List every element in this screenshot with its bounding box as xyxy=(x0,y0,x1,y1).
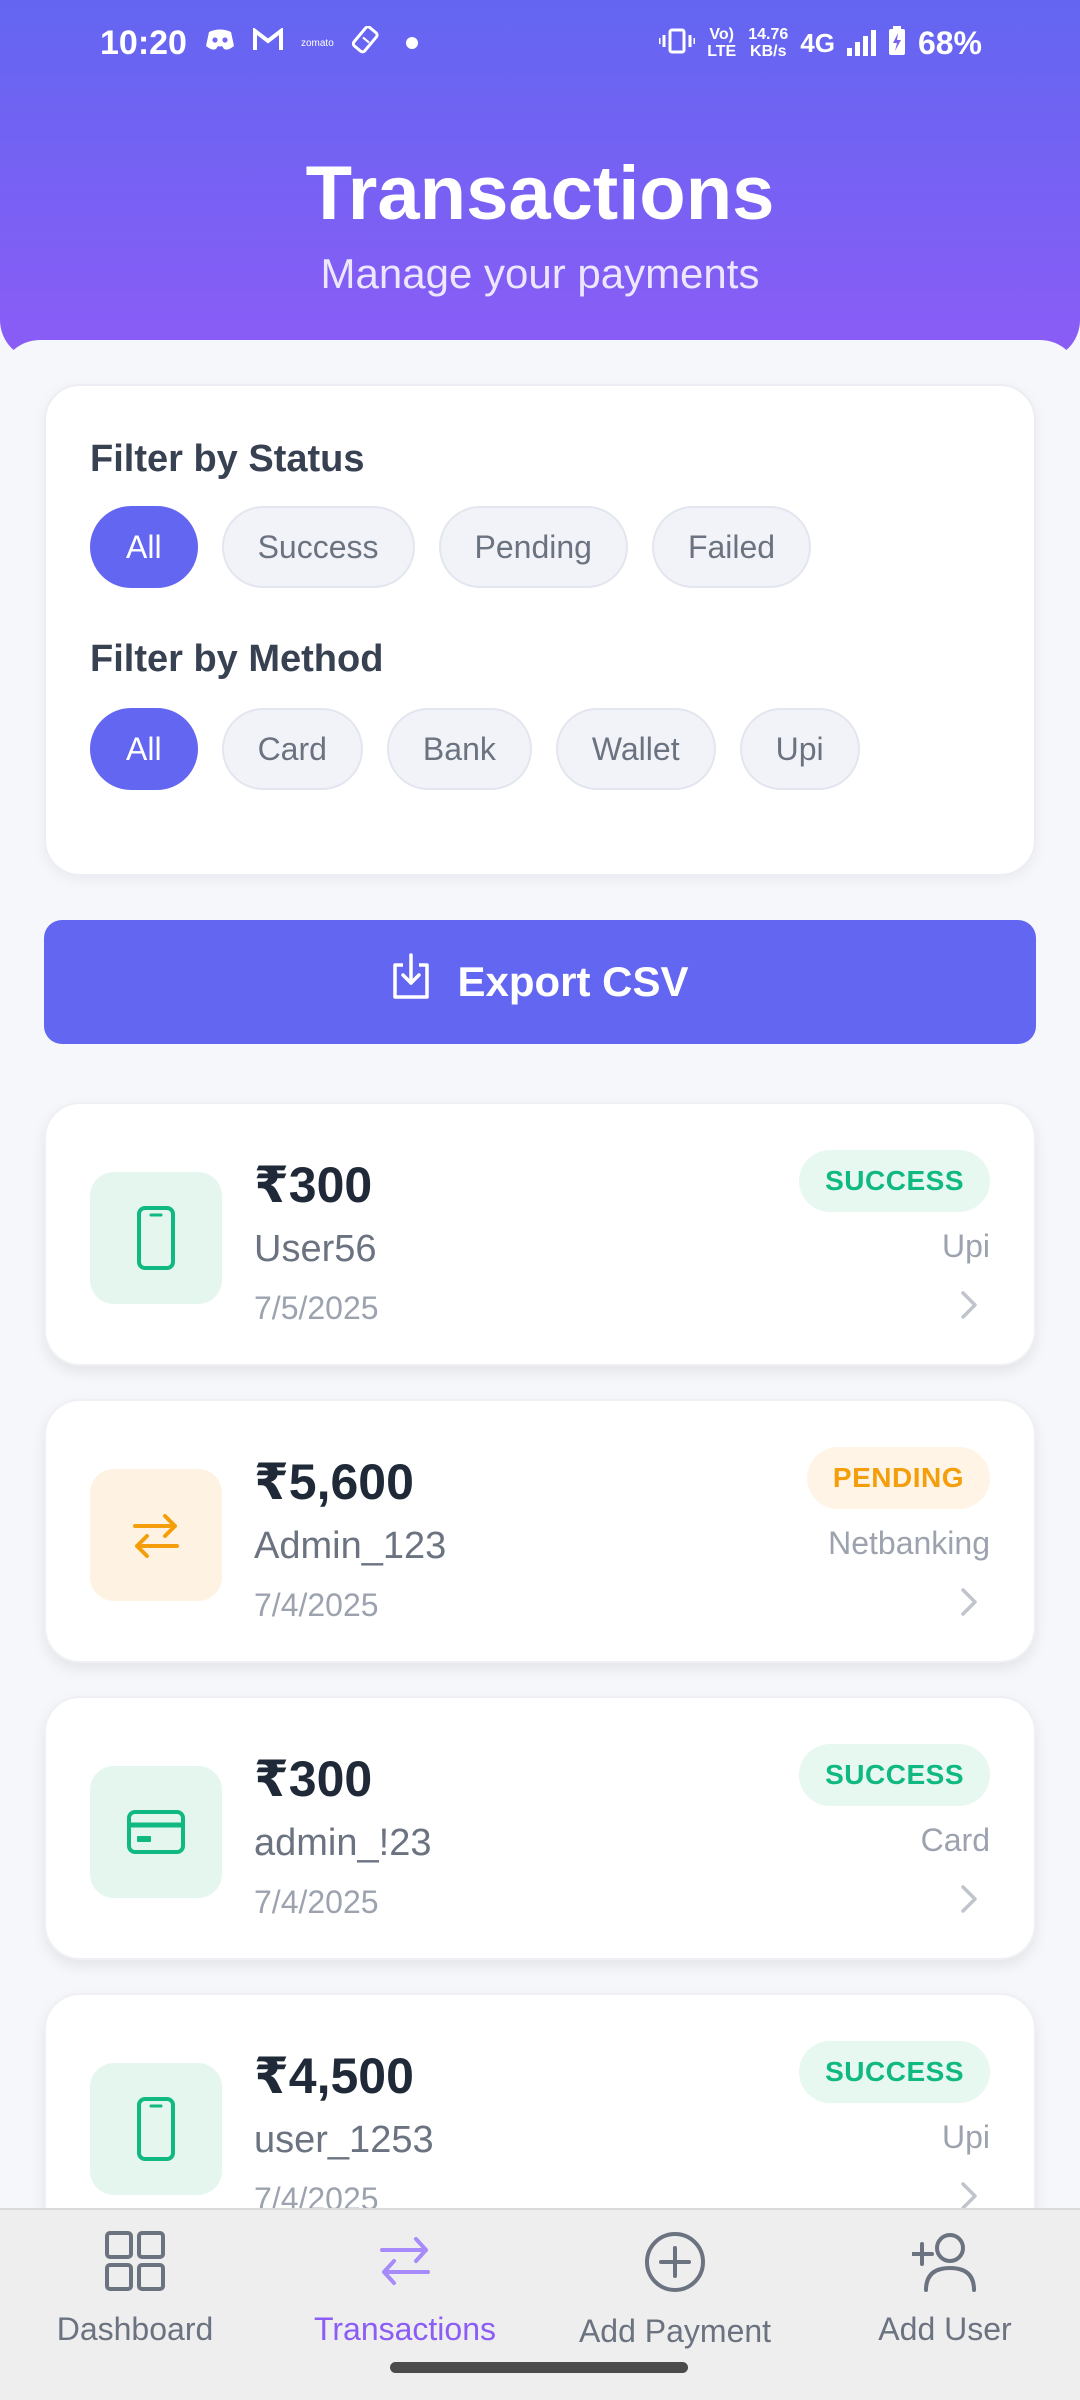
nav-label-add-payment: Add Payment xyxy=(578,2313,772,2349)
discord-icon xyxy=(205,27,235,59)
transaction-date: 7/5/2025 xyxy=(254,1290,379,1326)
plus-circle-icon xyxy=(643,2230,707,2299)
method-chip-card[interactable]: Card xyxy=(221,708,363,790)
method-chip-wallet[interactable]: Wallet xyxy=(555,708,716,790)
transaction-card[interactable]: ₹300 User56 7/5/2025 SUCCESS Upi xyxy=(44,1102,1036,1366)
transaction-amount: ₹4,500 xyxy=(254,2048,414,2104)
battery-icon xyxy=(888,25,906,61)
transaction-amount: ₹300 xyxy=(254,1157,373,1213)
status-time: 10:20 xyxy=(100,23,187,62)
transaction-date: 7/4/2025 xyxy=(254,1587,379,1623)
transaction-card[interactable]: ₹300 admin_!23 7/4/2025 SUCCESS Card xyxy=(44,1696,1036,1960)
status-chip-all[interactable]: All xyxy=(90,506,198,588)
network-type: 4G xyxy=(800,27,835,58)
transaction-user: User56 xyxy=(254,1228,377,1270)
phone-icon xyxy=(90,1172,222,1304)
status-badge: PENDING xyxy=(806,1447,990,1509)
transaction-user: user_1253 xyxy=(254,2119,434,2161)
zomato-icon: zomato xyxy=(300,37,334,49)
signal-icon xyxy=(846,30,876,56)
nav-item-transactions[interactable]: Transactions xyxy=(270,2230,540,2348)
transfer-icon xyxy=(90,1469,222,1601)
status-filter-chips: All Success Pending Failed xyxy=(90,506,812,588)
nav-label-dashboard: Dashboard xyxy=(56,2311,214,2347)
grid-icon xyxy=(104,2230,166,2297)
chevron-right-icon xyxy=(960,1290,978,1325)
status-badge: SUCCESS xyxy=(799,2041,990,2103)
chevron-right-icon xyxy=(960,1587,978,1622)
gmail-icon xyxy=(252,26,283,59)
page-title: Transactions xyxy=(305,151,775,236)
nav-label-transactions: Transactions xyxy=(314,2311,496,2347)
transaction-date: 7/4/2025 xyxy=(254,1884,379,1920)
notification-dot xyxy=(405,37,418,49)
transaction-method: Upi xyxy=(941,1228,990,1264)
chevron-right-icon xyxy=(960,1884,978,1919)
home-indicator[interactable] xyxy=(390,2362,688,2373)
header: 10:20 zomato Vo) LTE 14.76 KB/s 4G 68% T… xyxy=(0,0,1080,360)
transaction-user: admin_!23 xyxy=(254,1822,432,1864)
transaction-amount: ₹300 xyxy=(254,1751,373,1807)
status-badge: SUCCESS xyxy=(799,1150,990,1212)
method-filter-label: Filter by Method xyxy=(90,638,384,680)
status-filter-label: Filter by Status xyxy=(90,438,365,480)
card-icon xyxy=(90,1766,222,1898)
method-chip-upi[interactable]: Upi xyxy=(739,708,860,790)
transfer-icon xyxy=(374,2230,436,2297)
status-badge: SUCCESS xyxy=(799,1744,990,1806)
status-bar: 10:20 zomato Vo) LTE 14.76 KB/s 4G 68% xyxy=(0,0,1080,86)
transaction-method: Upi xyxy=(941,2119,990,2155)
transaction-card[interactable]: ₹5,600 Admin_123 7/4/2025 PENDING Netban… xyxy=(44,1399,1036,1663)
transaction-method: Card xyxy=(920,1822,990,1858)
status-chip-pending[interactable]: Pending xyxy=(438,506,628,588)
method-chip-bank[interactable]: Bank xyxy=(386,708,532,790)
nav-item-dashboard[interactable]: Dashboard xyxy=(0,2230,270,2348)
nav-item-add-user[interactable]: Add User xyxy=(810,2230,1080,2348)
export-csv-label: Export CSV xyxy=(457,958,689,1005)
vibrate-icon xyxy=(657,28,697,59)
download-icon xyxy=(391,953,431,1011)
method-chip-all[interactable]: All xyxy=(90,708,198,790)
status-chip-failed[interactable]: Failed xyxy=(651,506,812,588)
phone-icon xyxy=(90,2063,222,2195)
page-subtitle: Manage your payments xyxy=(320,250,760,297)
volte-indicator: Vo) LTE xyxy=(707,26,737,60)
method-filter-chips: All Card Bank Wallet Upi xyxy=(90,708,860,790)
battery-percent: 68% xyxy=(917,24,982,61)
nav-label-add-user: Add User xyxy=(878,2311,1012,2347)
filter-card: Filter by Status All Success Pending Fai… xyxy=(44,384,1036,876)
transaction-amount: ₹5,600 xyxy=(254,1454,414,1510)
transaction-method: Netbanking xyxy=(828,1525,990,1561)
ticket-icon xyxy=(351,24,380,61)
transaction-user: Admin_123 xyxy=(254,1525,447,1567)
nav-item-add-payment[interactable]: Add Payment xyxy=(540,2230,810,2350)
add-user-icon xyxy=(910,2230,978,2297)
status-chip-success[interactable]: Success xyxy=(221,506,415,588)
net-speed: 14.76 KB/s xyxy=(748,26,789,60)
export-csv-button[interactable]: Export CSV xyxy=(44,920,1036,1044)
